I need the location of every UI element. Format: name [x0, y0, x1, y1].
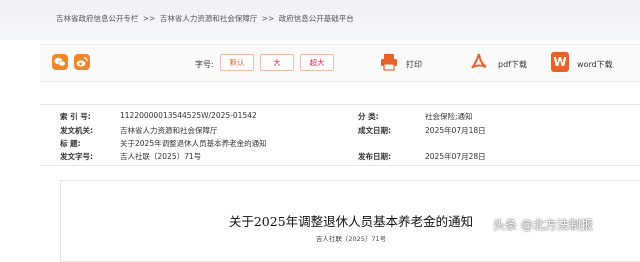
published-key: 发布日期:: [358, 152, 391, 161]
meta-row: 发文机关: 吉林省人力资源和社会保障厅 成文日期: 2025年07月18日: [40, 125, 640, 139]
word-icon[interactable]: W: [551, 52, 569, 72]
font-size-label: 字号:: [195, 60, 214, 69]
created-value: 2025年07月18日: [425, 126, 486, 135]
published-value: 2025年07月28日: [425, 152, 486, 161]
breadcrumb-item[interactable]: 吉林省人力资源和社会保障厅: [160, 14, 258, 23]
meta-row: 标 题: 关于2025年调整退休人员基本养老金的通知: [40, 138, 640, 152]
word-download-label[interactable]: word下载: [577, 59, 613, 70]
created-key: 成文日期:: [358, 126, 391, 135]
font-size-large-button[interactable]: 大: [260, 54, 294, 71]
issuer-key: 发文机关:: [60, 126, 93, 135]
print-icon[interactable]: [380, 52, 398, 72]
font-size-default-button[interactable]: 默认: [220, 54, 254, 71]
category-key: 分 类:: [358, 112, 379, 121]
wechat-icon[interactable]: [52, 54, 68, 70]
document-meta: 索 引 号: 11220000013544525W/2025-01542 分 类…: [40, 104, 640, 166]
index-key: 索 引 号:: [60, 112, 91, 121]
docno-key: 发文字号:: [60, 152, 93, 161]
pdf-icon[interactable]: [470, 52, 488, 72]
docno-value: 吉人社联〔2025〕71号: [120, 152, 202, 161]
document-number: 吉人社联〔2025〕71号: [315, 235, 387, 243]
watermark: 头条 @北方法制报: [493, 218, 593, 232]
pdf-download-label[interactable]: pdf下载: [498, 59, 527, 70]
title-key: 标 题:: [60, 139, 81, 148]
weibo-icon[interactable]: [74, 54, 90, 70]
category-value: 社会保险;通知: [425, 112, 473, 121]
meta-row: 索 引 号: 11220000013544525W/2025-01542 分 类…: [40, 111, 640, 125]
breadcrumb: 吉林省政府信息公开专栏 >> 吉林省人力资源和社会保障厅 >> 政府信息公开基础…: [56, 13, 356, 24]
toolbar: 字号: 默认 大 超大 打印 pdf下载 W word下载: [40, 44, 640, 82]
print-label[interactable]: 打印: [406, 59, 422, 70]
breadcrumb-item[interactable]: 吉林省政府信息公开专栏: [56, 14, 139, 23]
title-value: 关于2025年调整退休人员基本养老金的通知: [120, 139, 267, 148]
breadcrumb-item[interactable]: 政府信息公开基础平台: [279, 14, 354, 23]
breadcrumb-separator: >>: [142, 14, 156, 23]
breadcrumb-separator: >>: [261, 14, 275, 23]
font-size-xlarge-button[interactable]: 超大: [300, 54, 334, 71]
meta-row: 发文字号: 吉人社联〔2025〕71号 发布日期: 2025年07月28日: [40, 151, 640, 165]
issuer-value: 吉林省人力资源和社会保障厅: [120, 126, 218, 135]
index-value: 11220000013544525W/2025-01542: [120, 111, 257, 120]
